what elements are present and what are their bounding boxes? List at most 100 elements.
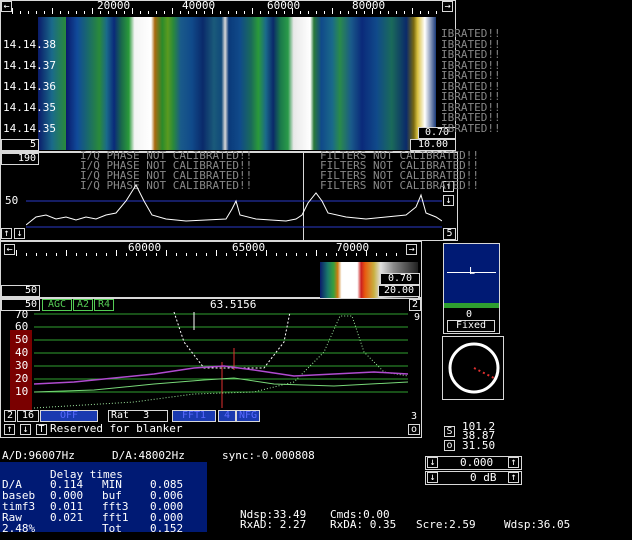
hr-channel-box[interactable]: 2 [409, 299, 421, 311]
axis-tick [420, 11, 421, 14]
blanker-status: Reserved for blanker [50, 422, 183, 435]
axis-tick [60, 11, 61, 14]
hr-left-num-1[interactable]: 2 [4, 410, 16, 422]
o-label-box[interactable]: o [444, 440, 455, 451]
hr-right-bottom-number: 3 [411, 411, 418, 422]
axis-tick [46, 253, 47, 256]
axis-tick [156, 11, 157, 14]
hr-nfg-button[interactable]: NFG [236, 410, 260, 422]
axis-tick [268, 11, 269, 14]
wf1-frequency-axis: 20000 40000 60000 80000 [12, 0, 442, 16]
axis-tick [286, 253, 287, 256]
wf1-time-label: 14.14.38 [3, 38, 56, 51]
da-rate: D/A:48002Hz [112, 449, 185, 462]
a2-button[interactable]: A2 [73, 299, 93, 311]
axis-tick [216, 250, 217, 256]
hr-top-right-number: 9 [414, 312, 421, 323]
hr-off-button[interactable]: OFF [40, 410, 98, 422]
axis-tick [366, 250, 367, 256]
wf2-scroll-right-button[interactable]: → [406, 244, 417, 255]
axis-tick [296, 253, 297, 256]
sp1-averages-box[interactable]: 190 [1, 153, 39, 165]
axis-tick [28, 11, 29, 14]
axis-tick [116, 11, 117, 14]
waterfall-image-1[interactable] [66, 17, 436, 150]
axis-tick [228, 11, 229, 14]
axis-tick [246, 253, 247, 256]
axis-tick [86, 253, 87, 256]
axis-tick [256, 253, 257, 256]
axis-tick [148, 11, 149, 14]
axis-tick [68, 11, 69, 14]
sp1-up-button[interactable]: ↑ [1, 228, 12, 239]
o-value: 31.50 [462, 439, 496, 452]
volume-down-button-2[interactable]: ↓ [427, 472, 438, 483]
wf1-scroll-right-button[interactable]: → [442, 1, 453, 12]
r4-button[interactable]: R4 [94, 299, 114, 311]
axis-tick [26, 253, 27, 256]
axis-tick [226, 253, 227, 256]
axis-tick [220, 11, 221, 14]
sp1-down-button[interactable]: ↓ [14, 228, 25, 239]
axis-tick [106, 253, 107, 256]
axis-tick [404, 11, 405, 14]
wf2-averages-box[interactable]: 50 [1, 285, 40, 297]
delay-cell: 2.48% [2, 522, 36, 535]
axis-tick [100, 11, 101, 14]
volume-down-button-1[interactable]: ↓ [427, 457, 438, 468]
wf2-gain-box[interactable]: 0.70 [380, 273, 420, 285]
axis-tick [346, 253, 347, 256]
axis-tick [340, 11, 341, 14]
hr-scale-label: 20 [15, 372, 29, 385]
sp1-right-small-box[interactable]: 5 [443, 228, 456, 240]
axis-tick [388, 11, 389, 14]
hr-o-button[interactable]: o [408, 424, 420, 435]
wf2-zero-box[interactable]: 20.00 [378, 285, 420, 297]
axis-tick [276, 253, 277, 256]
axis-tick [96, 253, 97, 256]
axis-tick [146, 253, 147, 256]
s-label-box[interactable]: S [444, 426, 455, 437]
delay-cell: 0.152 [150, 522, 184, 535]
axis-tick [126, 253, 127, 256]
axis-tick [436, 11, 437, 14]
agc-button[interactable]: AGC [42, 299, 72, 311]
axis-tick [140, 11, 141, 14]
axis-tick [84, 11, 85, 14]
wf1-scroll-left-button[interactable]: ← [1, 1, 12, 12]
axis-tick [20, 11, 21, 14]
hr-up-button[interactable]: ↑ [4, 424, 15, 435]
axis-tick [306, 253, 307, 256]
sp1-right-down-button[interactable]: ↓ [443, 195, 454, 206]
hr-down-button[interactable]: ↓ [20, 424, 31, 435]
axis-tick [188, 11, 189, 14]
axis-tick [356, 253, 357, 256]
axis-tick [348, 11, 349, 14]
axis-tick [76, 11, 77, 14]
axis-tick [186, 253, 187, 256]
axis-tick [326, 253, 327, 256]
rat-label[interactable]: Rat 3 [108, 410, 168, 422]
wf1-averages-box[interactable]: 5 [1, 139, 39, 151]
axis-tick [36, 11, 37, 14]
delay-cell: Tot [102, 522, 122, 535]
axis-tick [212, 8, 213, 14]
hr-spectrum-graph [34, 312, 408, 409]
sp1-spectrum-graph [26, 183, 442, 228]
wf1-time-label: 14.14.36 [3, 80, 56, 93]
hr-scale-label: 60 [15, 320, 29, 333]
s-meter-mode-button[interactable]: Fixed [447, 320, 495, 332]
hr-fft1-button[interactable]: FFT1 [172, 410, 216, 422]
axis-tick [356, 11, 357, 14]
hr-left-num-2[interactable]: 16 [17, 410, 39, 422]
hr-t-button[interactable]: T [36, 424, 47, 435]
hr-scale-label: 30 [15, 359, 29, 372]
axis-tick [124, 11, 125, 14]
wf2-scroll-left-button[interactable]: ← [4, 244, 15, 255]
volume-up-button-1[interactable]: ↑ [508, 457, 519, 468]
hr-scale-label: 10 [15, 385, 29, 398]
axis-tick [172, 8, 173, 14]
hr-afc-value[interactable]: 4 [218, 410, 236, 422]
axis-tick [428, 11, 429, 14]
volume-up-button-2[interactable]: ↑ [508, 472, 519, 483]
